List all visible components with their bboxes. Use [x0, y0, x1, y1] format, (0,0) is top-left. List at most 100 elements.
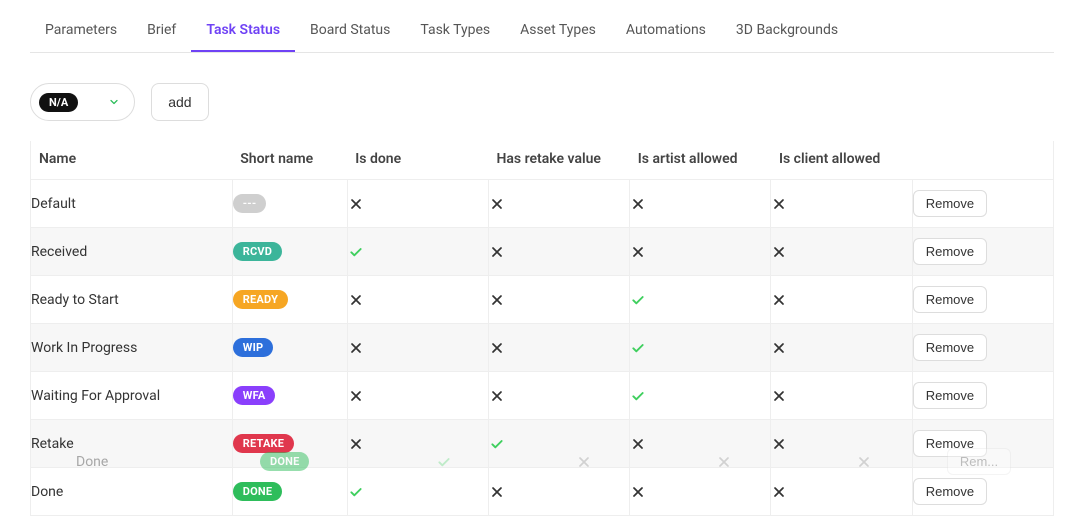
tab-task-status[interactable]: Task Status — [191, 10, 295, 52]
row-artist — [630, 372, 771, 420]
check-icon — [348, 484, 364, 500]
row-retake — [489, 324, 630, 372]
row-artist — [630, 420, 771, 468]
row-client — [771, 228, 912, 276]
row-done — [347, 180, 488, 228]
tab-brief[interactable]: Brief — [132, 10, 191, 52]
cross-icon — [489, 388, 505, 404]
row-retake — [489, 420, 630, 468]
row-name: Retake — [31, 420, 233, 468]
status-select[interactable]: N/A — [30, 83, 135, 121]
row-done — [347, 324, 488, 372]
table-wrap: Name Short name Is done Has retake value… — [30, 141, 1054, 516]
cross-icon — [771, 388, 787, 404]
status-badge: --- — [233, 194, 267, 213]
cross-icon — [630, 196, 646, 212]
cross-icon — [771, 196, 787, 212]
row-short: DONE — [232, 468, 347, 516]
table-row[interactable]: Waiting For ApprovalWFA Remove — [31, 372, 1054, 420]
col-retake: Has retake value — [489, 141, 630, 180]
row-name: Waiting For Approval — [31, 372, 233, 420]
row-retake — [489, 228, 630, 276]
tabs: ParametersBriefTask StatusBoard StatusTa… — [30, 10, 1054, 53]
cross-icon — [489, 292, 505, 308]
row-artist — [630, 324, 771, 372]
row-retake — [489, 468, 630, 516]
tab-parameters[interactable]: Parameters — [30, 10, 132, 52]
toolbar: N/A add — [30, 83, 1054, 121]
row-actions: Remove — [912, 324, 1053, 372]
status-badge: WFA — [233, 386, 276, 405]
col-artist: Is artist allowed — [630, 141, 771, 180]
cross-icon — [489, 244, 505, 260]
row-name: Received — [31, 228, 233, 276]
row-name: Ready to Start — [31, 276, 233, 324]
cross-icon — [630, 484, 646, 500]
check-icon — [489, 436, 505, 452]
row-artist — [630, 276, 771, 324]
cross-icon — [771, 244, 787, 260]
row-actions: Remove — [912, 468, 1053, 516]
add-button[interactable]: add — [151, 83, 208, 121]
row-actions: Remove — [912, 228, 1053, 276]
remove-button[interactable]: Remove — [913, 238, 987, 265]
table-row[interactable]: RetakeRETAKE Remove — [31, 420, 1054, 468]
cross-icon — [630, 244, 646, 260]
status-tbody: Default---RemoveReceivedRCVDRemoveReady … — [31, 180, 1054, 516]
row-artist — [630, 180, 771, 228]
row-retake — [489, 180, 630, 228]
table-row[interactable]: DoneDONE Remove — [31, 468, 1054, 516]
status-select-value: N/A — [39, 93, 78, 112]
row-actions: Remove — [912, 180, 1053, 228]
row-short: RETAKE — [232, 420, 347, 468]
remove-button[interactable]: Remove — [913, 478, 987, 505]
cross-icon — [348, 292, 364, 308]
row-client — [771, 180, 912, 228]
row-done — [347, 468, 488, 516]
remove-button[interactable]: Remove — [913, 190, 987, 217]
tab-asset-types[interactable]: Asset Types — [505, 10, 611, 52]
row-done — [347, 420, 488, 468]
table-row[interactable]: Work In ProgressWIPRemove — [31, 324, 1054, 372]
cross-icon — [348, 388, 364, 404]
cross-icon — [771, 436, 787, 452]
status-badge: DONE — [233, 482, 282, 501]
col-client: Is client allowed — [771, 141, 912, 180]
table-row[interactable]: Ready to StartREADY Remove — [31, 276, 1054, 324]
remove-button[interactable]: Remove — [913, 334, 987, 361]
status-badge: WIP — [233, 338, 274, 357]
table-row[interactable]: ReceivedRCVD Remove — [31, 228, 1054, 276]
row-retake — [489, 276, 630, 324]
row-short: READY — [232, 276, 347, 324]
cross-icon — [489, 196, 505, 212]
row-done — [347, 276, 488, 324]
cross-icon — [771, 484, 787, 500]
tab-3d-backgrounds[interactable]: 3D Backgrounds — [721, 10, 853, 52]
row-actions: Remove — [912, 420, 1053, 468]
row-short: WIP — [232, 324, 347, 372]
cross-icon — [630, 436, 646, 452]
col-done: Is done — [347, 141, 488, 180]
row-client — [771, 420, 912, 468]
row-short: RCVD — [232, 228, 347, 276]
col-name: Name — [31, 141, 233, 180]
row-artist — [630, 228, 771, 276]
table-row[interactable]: Default---Remove — [31, 180, 1054, 228]
row-retake — [489, 372, 630, 420]
check-icon — [630, 340, 646, 356]
remove-button[interactable]: Remove — [913, 286, 987, 313]
row-client — [771, 324, 912, 372]
check-icon — [630, 292, 646, 308]
status-badge: RCVD — [233, 242, 282, 261]
tab-board-status[interactable]: Board Status — [295, 10, 405, 52]
remove-button[interactable]: Remove — [913, 382, 987, 409]
row-name: Done — [31, 468, 233, 516]
cross-icon — [489, 340, 505, 356]
row-short: WFA — [232, 372, 347, 420]
remove-button[interactable]: Remove — [913, 430, 987, 457]
row-done — [347, 372, 488, 420]
check-icon — [630, 388, 646, 404]
row-actions: Remove — [912, 372, 1053, 420]
tab-automations[interactable]: Automations — [611, 10, 721, 52]
tab-task-types[interactable]: Task Types — [405, 10, 505, 52]
